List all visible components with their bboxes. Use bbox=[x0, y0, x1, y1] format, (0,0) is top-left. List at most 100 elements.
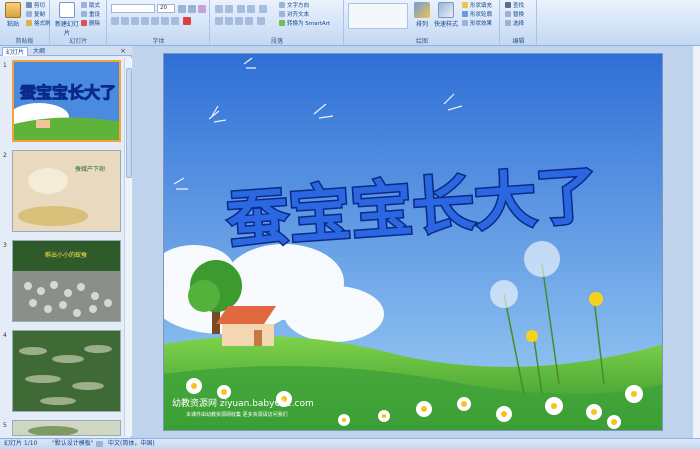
binoculars-icon bbox=[505, 2, 511, 8]
italic-icon[interactable] bbox=[121, 17, 129, 25]
justify-icon[interactable] bbox=[245, 17, 253, 25]
delete-icon bbox=[81, 20, 87, 26]
text-direction-icon bbox=[279, 2, 285, 8]
delete-button[interactable]: 删除 bbox=[81, 20, 100, 28]
slide-number: 2 bbox=[3, 152, 7, 159]
format-painter-button[interactable]: 格式刷 bbox=[26, 20, 51, 28]
slide-number: 1 bbox=[3, 62, 7, 69]
language-indicator: 中文(简体，中国) bbox=[108, 440, 155, 447]
numbering-icon[interactable] bbox=[225, 5, 233, 13]
status-bar: 幻灯片 1/10 "默认设计模板" 中文(简体，中国) bbox=[0, 438, 700, 449]
clipboard-label: 剪贴板 bbox=[15, 38, 34, 45]
font-size-combo[interactable]: 20 bbox=[157, 4, 175, 13]
current-slide[interactable]: 蚕宝宝长大了 幼教资源网 ziyuan.baby611.com 本课件由幼教资源… bbox=[163, 53, 663, 431]
pane-tabs: 幻灯片 大纲 × bbox=[0, 46, 132, 56]
decrease-indent-icon[interactable] bbox=[237, 5, 245, 13]
shape-outline-button[interactable]: 形状轮廓 bbox=[462, 11, 492, 19]
line-spacing-icon[interactable] bbox=[259, 5, 267, 13]
slide-watermark: 幼教资源网 ziyuan.baby611.com bbox=[172, 397, 314, 409]
slide-number: 5 bbox=[3, 422, 7, 429]
cursor-icon bbox=[505, 20, 511, 26]
quick-styles-icon bbox=[438, 2, 454, 18]
drawing-group: 排列 快速样式 形状填充 形状轮廓 形状效果 绘图 bbox=[345, 0, 500, 46]
slides-pane: 幻灯片 大纲 × 1 蚕宝宝长大了 2 蚕蛾产下卵 3 孵出小小的蚁蚕 4 5 bbox=[0, 46, 132, 438]
copy-button[interactable]: 复制 bbox=[26, 11, 45, 19]
char-spacing-icon[interactable] bbox=[161, 17, 169, 25]
pane-scrollbar[interactable] bbox=[124, 58, 132, 436]
thumbnail-5-art bbox=[13, 421, 120, 435]
slide-number: 3 bbox=[3, 242, 7, 249]
slides-group: 新建幻灯片 版式 重设 删除 幻灯片 bbox=[51, 0, 107, 46]
smartart-button[interactable]: 转换为 SmartArt bbox=[279, 20, 330, 28]
tab-outline[interactable]: 大纲 bbox=[30, 47, 48, 56]
shrink-font-icon[interactable] bbox=[188, 5, 196, 13]
align-text-icon bbox=[279, 11, 285, 17]
new-slide-button[interactable]: 新建幻灯片 bbox=[54, 2, 80, 37]
brush-icon bbox=[26, 20, 32, 26]
slide-counter: 幻灯片 1/10 bbox=[4, 440, 38, 447]
text-direction-button[interactable]: 文字方向 bbox=[279, 2, 309, 10]
paste-button[interactable]: 粘贴 bbox=[2, 2, 24, 28]
scissors-icon bbox=[26, 2, 32, 8]
find-button[interactable]: 查找 bbox=[505, 2, 524, 10]
change-case-icon[interactable] bbox=[171, 17, 179, 25]
select-button[interactable]: 选择 bbox=[505, 20, 524, 28]
fill-icon bbox=[462, 2, 468, 8]
paragraph-group: 文字方向 对齐文本 转换为 SmartArt 段落 bbox=[211, 0, 344, 46]
slide-watermark-sub: 本课件由幼教资源网收集 更多资源请访问我们 bbox=[186, 411, 288, 418]
slide-thumbnail-4[interactable] bbox=[12, 330, 121, 412]
editing-group: 查找 替换 选择 编辑 bbox=[501, 0, 537, 46]
layout-icon bbox=[81, 2, 87, 8]
grow-font-icon[interactable] bbox=[178, 5, 186, 13]
tab-slides[interactable]: 幻灯片 bbox=[2, 47, 29, 56]
font-name-combo[interactable] bbox=[111, 4, 155, 13]
strikethrough-icon[interactable] bbox=[141, 17, 149, 25]
editor-scrollbar[interactable] bbox=[692, 46, 700, 438]
slide-thumbnail-1[interactable]: 蚕宝宝长大了 bbox=[12, 60, 121, 142]
new-slide-icon bbox=[59, 2, 75, 18]
reset-button[interactable]: 重设 bbox=[81, 11, 100, 19]
slide-artwork: 蚕宝宝长大了 幼教资源网 ziyuan.baby611.com 本课件由幼教资源… bbox=[164, 54, 662, 430]
slide-thumbnail-3[interactable]: 孵出小小的蚁蚕 bbox=[12, 240, 121, 322]
thumbnail-1-art: 蚕宝宝长大了 bbox=[14, 62, 119, 140]
align-left-icon[interactable] bbox=[215, 17, 223, 25]
quick-styles-button[interactable]: 快速样式 bbox=[433, 2, 459, 28]
outline-icon bbox=[462, 11, 468, 17]
underline-icon[interactable] bbox=[131, 17, 139, 25]
thumbnail-3-caption: 孵出小小的蚁蚕 bbox=[45, 251, 87, 259]
arrange-icon bbox=[414, 2, 430, 18]
shape-fill-button[interactable]: 形状填充 bbox=[462, 2, 492, 10]
arrange-button[interactable]: 排列 bbox=[411, 2, 433, 28]
slide-number: 4 bbox=[3, 332, 7, 339]
replace-button[interactable]: 替换 bbox=[505, 11, 524, 19]
thumbnail-2-caption: 蚕蛾产下卵 bbox=[75, 165, 105, 173]
align-right-icon[interactable] bbox=[235, 17, 243, 25]
font-group: 20 字体 bbox=[108, 0, 210, 46]
drawing-label: 绘图 bbox=[415, 38, 428, 45]
font-color-icon[interactable] bbox=[183, 17, 191, 25]
thumbnail-1-title: 蚕宝宝长大了 bbox=[19, 83, 116, 102]
smartart-icon bbox=[279, 20, 285, 26]
spellcheck-icon[interactable] bbox=[96, 441, 103, 447]
editing-label: 编辑 bbox=[512, 38, 525, 45]
align-text-button[interactable]: 对齐文本 bbox=[279, 11, 309, 19]
bullets-icon[interactable] bbox=[215, 5, 223, 13]
layout-button[interactable]: 版式 bbox=[81, 2, 100, 10]
paragraph-label: 段落 bbox=[270, 38, 283, 45]
slide-thumbnail-2[interactable]: 蚕蛾产下卵 bbox=[12, 150, 121, 232]
clipboard-group: 粘贴 剪切 复制 格式刷 剪贴板 bbox=[0, 0, 51, 46]
pane-scroll-thumb[interactable] bbox=[126, 68, 132, 178]
shape-effects-button[interactable]: 形状效果 bbox=[462, 20, 492, 28]
close-icon[interactable]: × bbox=[120, 47, 126, 55]
bold-icon[interactable] bbox=[111, 17, 119, 25]
shadow-icon[interactable] bbox=[151, 17, 159, 25]
slide-editor: 蚕宝宝长大了 幼教资源网 ziyuan.baby611.com 本课件由幼教资源… bbox=[133, 46, 700, 438]
clear-format-icon[interactable] bbox=[198, 5, 206, 13]
cut-button[interactable]: 剪切 bbox=[26, 2, 45, 10]
columns-icon[interactable] bbox=[257, 17, 265, 25]
slides-label: 幻灯片 bbox=[69, 38, 88, 45]
shapes-gallery[interactable] bbox=[348, 3, 408, 29]
increase-indent-icon[interactable] bbox=[247, 5, 255, 13]
align-center-icon[interactable] bbox=[225, 17, 233, 25]
slide-thumbnail-5[interactable] bbox=[12, 420, 121, 436]
